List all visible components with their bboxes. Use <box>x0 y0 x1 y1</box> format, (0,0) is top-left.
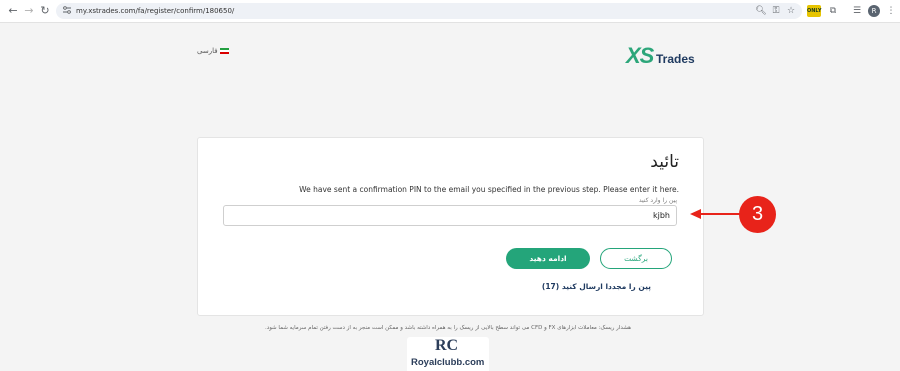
zoom-icon[interactable]: 🔍︎ <box>754 4 768 18</box>
resend-pin-link[interactable]: پین را مجددا ارسال کنید (17) <box>542 282 651 291</box>
profile-avatar[interactable]: R <box>868 5 880 17</box>
extension-badge-icon[interactable]: ONLY <box>807 5 821 17</box>
step-number-badge: 3 <box>739 196 776 233</box>
language-selector[interactable]: فارسی <box>197 47 229 55</box>
page-title: تائید <box>650 152 679 172</box>
pin-field-label: پین را وارد کنید <box>638 197 677 204</box>
bookmark-star-icon[interactable]: ☆ <box>784 4 798 18</box>
address-bar[interactable]: my.xstrades.com/fa/register/confirm/1806… <box>56 3 802 19</box>
password-key-icon[interactable]: ⚿ <box>769 4 783 18</box>
confirmation-message: We have sent a confirmation PIN to the e… <box>299 185 679 194</box>
iran-flag-icon <box>219 48 229 54</box>
extensions-puzzle-icon[interactable]: ⧉ <box>826 4 840 18</box>
language-label: فارسی <box>197 47 218 55</box>
risk-warning: هشدار ریسک: معاملات ابزارهای FX و CFD می… <box>265 325 632 331</box>
confirmation-card: تائید We have sent a confirmation PIN to… <box>197 137 704 316</box>
watermark-mark: RC <box>435 337 459 354</box>
back-button[interactable]: برگشت <box>600 248 672 269</box>
browser-toolbar: ← → ↻ my.xstrades.com/fa/register/confir… <box>0 0 900 23</box>
royalclubb-watermark: RC Royalclubb.com <box>407 337 489 371</box>
annotation-arrow-icon <box>690 209 740 219</box>
browser-menu-icon[interactable]: ⋮ <box>884 4 898 18</box>
logo-trades: Trades <box>656 52 695 66</box>
site-settings-icon[interactable] <box>62 5 72 15</box>
url-text: my.xstrades.com/fa/register/confirm/1806… <box>76 7 235 15</box>
pin-input[interactable]: kjbh <box>223 205 677 226</box>
reading-list-icon[interactable]: ☰ <box>850 4 864 18</box>
back-arrow-icon[interactable]: ← <box>6 4 20 18</box>
forward-arrow-icon[interactable]: → <box>22 4 36 18</box>
logo-xs: XS <box>626 43 654 68</box>
reload-icon[interactable]: ↻ <box>38 4 52 18</box>
watermark-text: Royalclubb.com <box>411 357 485 368</box>
continue-button[interactable]: ادامه دهید <box>506 248 590 269</box>
